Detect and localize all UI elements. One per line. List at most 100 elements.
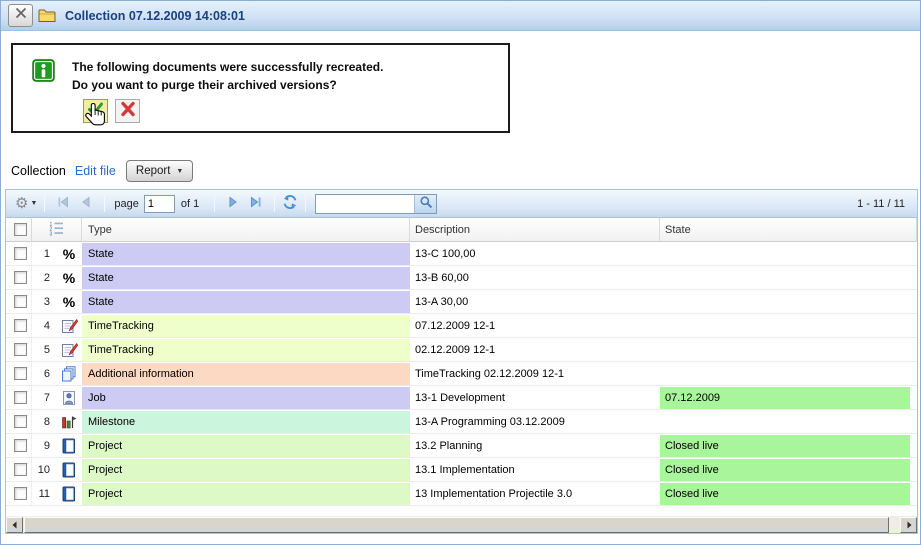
row-number: 11 bbox=[32, 488, 56, 500]
title-bar: Collection 07.12.2009 14:08:01 bbox=[1, 1, 920, 31]
gear-icon: ⚙ bbox=[15, 196, 28, 211]
table-row[interactable]: 6Additional informationTimeTracking 02.1… bbox=[6, 362, 917, 386]
row-checkbox[interactable] bbox=[14, 415, 27, 428]
refresh-icon bbox=[282, 194, 298, 213]
dialog-message-line1: The following documents were successfull… bbox=[72, 58, 383, 76]
type-cell: State bbox=[82, 290, 410, 313]
next-page-icon bbox=[227, 196, 239, 211]
table-row[interactable]: 2%State13-B 60,00 bbox=[6, 266, 917, 290]
type-cell: Additional information bbox=[82, 362, 410, 385]
type-value: State bbox=[82, 291, 410, 313]
last-page-button[interactable] bbox=[249, 196, 262, 211]
row-checkbox[interactable] bbox=[14, 487, 27, 500]
person-icon bbox=[56, 390, 82, 406]
row-checkbox[interactable] bbox=[14, 247, 27, 260]
next-page-button[interactable] bbox=[227, 196, 239, 211]
table-row[interactable]: 8Milestone13-A Programming 03.12.2009 bbox=[6, 410, 917, 434]
row-checkbox[interactable] bbox=[14, 319, 27, 332]
dialog-message: The following documents were successfull… bbox=[72, 58, 383, 94]
scrollbar-thumb[interactable] bbox=[24, 517, 889, 533]
prev-page-button[interactable] bbox=[80, 196, 92, 211]
type-cell: TimeTracking bbox=[82, 314, 410, 337]
description-cell: 13.2 Planning bbox=[410, 440, 660, 452]
state-cell bbox=[660, 242, 917, 265]
row-checkbox-cell bbox=[6, 362, 32, 385]
checkmark-icon bbox=[86, 101, 105, 122]
row-checkbox[interactable] bbox=[14, 439, 27, 452]
refresh-button[interactable] bbox=[282, 194, 298, 213]
result-range-label: 1 - 11 / 11 bbox=[857, 198, 908, 210]
search-button[interactable] bbox=[414, 195, 436, 213]
grid-toolbar: ⚙ ▼ page of 1 bbox=[6, 190, 917, 218]
edit-file-link[interactable]: Edit file bbox=[75, 164, 116, 178]
table-row[interactable]: 9Project13.2 PlanningClosed live bbox=[6, 434, 917, 458]
type-value: Project bbox=[82, 459, 410, 481]
chevron-down-icon: ▼ bbox=[30, 200, 37, 207]
book-icon bbox=[56, 438, 82, 454]
table-row[interactable]: 11Project13 Implementation Projectile 3.… bbox=[6, 482, 917, 506]
state-cell bbox=[660, 362, 917, 385]
window-title: Collection 07.12.2009 14:08:01 bbox=[65, 9, 245, 23]
row-checkbox[interactable] bbox=[14, 367, 27, 380]
row-number: 5 bbox=[32, 344, 56, 356]
row-number: 2 bbox=[32, 272, 56, 284]
percent-icon: % bbox=[56, 246, 82, 262]
close-button[interactable] bbox=[8, 4, 33, 27]
table-row[interactable]: 5TimeTracking02.12.2009 12-1 bbox=[6, 338, 917, 362]
table-row[interactable]: 3%State13-A 30,00 bbox=[6, 290, 917, 314]
report-button[interactable]: Report ▼ bbox=[126, 160, 193, 182]
state-cell: Closed live bbox=[660, 434, 917, 457]
state-cell: Closed live bbox=[660, 458, 917, 481]
column-header-description[interactable]: Description bbox=[410, 218, 660, 241]
search-icon bbox=[419, 195, 433, 212]
row-checkbox[interactable] bbox=[14, 463, 27, 476]
scroll-left-button[interactable] bbox=[6, 517, 23, 533]
toolbar-separator bbox=[214, 195, 215, 212]
column-header-type[interactable]: Type bbox=[82, 218, 410, 241]
description-cell: TimeTracking 02.12.2009 12-1 bbox=[410, 368, 660, 380]
page-count-label: of 1 bbox=[181, 198, 199, 210]
search-box bbox=[315, 194, 437, 214]
settings-menu-button[interactable]: ⚙ ▼ bbox=[15, 196, 37, 211]
row-checkbox-cell bbox=[6, 290, 32, 313]
row-checkbox[interactable] bbox=[14, 271, 27, 284]
horizontal-scrollbar[interactable] bbox=[6, 516, 917, 533]
row-checkbox[interactable] bbox=[14, 391, 27, 404]
confirm-yes-button[interactable] bbox=[83, 99, 108, 123]
state-value: Closed live bbox=[660, 435, 910, 457]
time-note-icon bbox=[56, 342, 82, 358]
table-row[interactable]: 7Job13-1 Development07.12.2009 bbox=[6, 386, 917, 410]
type-value: Job bbox=[82, 387, 410, 409]
dialog-message-line2: Do you want to purge their archived vers… bbox=[72, 76, 383, 94]
table-row[interactable]: 1%State13-C 100,00 bbox=[6, 242, 917, 266]
type-cell: State bbox=[82, 266, 410, 289]
row-number: 3 bbox=[32, 296, 56, 308]
row-number: 10 bbox=[32, 464, 56, 476]
select-all-checkbox[interactable] bbox=[14, 223, 27, 236]
description-cell: 13-A Programming 03.12.2009 bbox=[410, 416, 660, 428]
table-row[interactable]: 4TimeTracking07.12.2009 12-1 bbox=[6, 314, 917, 338]
first-page-button[interactable] bbox=[57, 196, 70, 211]
row-checkbox[interactable] bbox=[14, 343, 27, 356]
table-body: 1%State13-C 100,002%State13-B 60,003%Sta… bbox=[6, 242, 917, 506]
description-cell: 13.1 Implementation bbox=[410, 464, 660, 476]
type-cell: Milestone bbox=[82, 410, 410, 433]
list-numbers-icon: 1 2 3 bbox=[49, 221, 64, 239]
row-number: 1 bbox=[32, 248, 56, 260]
scroll-right-icon bbox=[905, 516, 913, 534]
type-cell: Project bbox=[82, 482, 410, 505]
type-value: Project bbox=[82, 435, 410, 457]
last-page-icon bbox=[249, 196, 262, 211]
search-input[interactable] bbox=[316, 196, 414, 212]
column-header-state[interactable]: State bbox=[660, 218, 917, 241]
row-checkbox-cell bbox=[6, 386, 32, 409]
state-cell bbox=[660, 410, 917, 433]
toolbar-separator bbox=[44, 195, 45, 212]
page-number-input[interactable] bbox=[144, 195, 175, 213]
scroll-right-button[interactable] bbox=[900, 517, 917, 533]
state-value: 07.12.2009 bbox=[660, 387, 910, 409]
table-row[interactable]: 10 Project13.1 ImplementationClosed live bbox=[6, 458, 917, 482]
row-checkbox[interactable] bbox=[14, 295, 27, 308]
row-checkbox-cell bbox=[6, 458, 32, 481]
confirm-no-button[interactable] bbox=[115, 99, 140, 123]
